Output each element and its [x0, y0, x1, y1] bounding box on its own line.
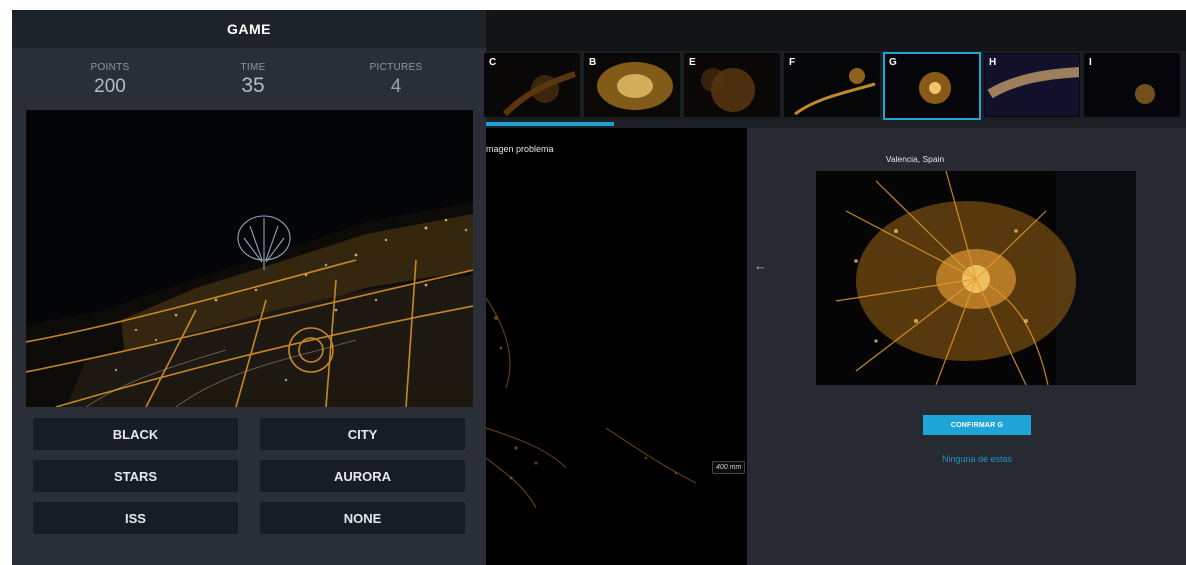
thumbnail-letter: G: [889, 57, 897, 68]
answer-none-button[interactable]: NONE: [260, 502, 465, 534]
match-image: [816, 171, 1136, 385]
pictures-value: 4: [390, 76, 402, 97]
pictures-label: PICTURES: [369, 62, 423, 73]
top-bar: [486, 10, 1186, 51]
points-stat: POINTS 200: [60, 62, 160, 108]
points-value: 200: [94, 76, 126, 97]
stats-bar: POINTS 200 TIME 35 PICTURES 4: [12, 48, 486, 108]
thumbnail-f[interactable]: F: [784, 53, 880, 117]
thumbnail-h[interactable]: H: [984, 53, 1080, 117]
answer-iss-button[interactable]: ISS: [33, 502, 238, 534]
thumbnail-letter: F: [789, 57, 796, 68]
thumbnail-e[interactable]: E: [684, 53, 780, 117]
match-location-title: Valencia, Spain: [885, 154, 945, 164]
answer-city-button[interactable]: CITY: [260, 418, 465, 450]
thumbnail-letter: I: [1089, 57, 1092, 68]
thumbnail-letter: B: [589, 57, 597, 68]
back-arrow-icon[interactable]: ←: [754, 258, 767, 273]
progress-bar: [486, 122, 614, 126]
time-value: 35: [241, 74, 265, 97]
thumbnail-strip: C B E F G H I: [484, 51, 1186, 120]
problem-image: [486, 297, 697, 509]
pictures-stat: PICTURES 4: [346, 62, 446, 108]
time-label: TIME: [240, 62, 266, 73]
thumbnail-i[interactable]: I: [1084, 53, 1180, 117]
game-panel: GAME POINTS 200 TIME 35 PICTURES 4 BLACK…: [12, 10, 486, 565]
answer-grid: BLACK CITY STARS AURORA ISS NONE: [33, 418, 466, 534]
thumbnail-b[interactable]: B: [584, 53, 680, 117]
problem-image-panel: magen problema 400 mm: [486, 128, 747, 565]
time-stat: TIME 35: [203, 62, 303, 108]
thumbnail-c[interactable]: C: [484, 53, 580, 117]
answer-stars-button[interactable]: STARS: [33, 460, 238, 492]
none-of-these-link[interactable]: Ninguna de estas: [906, 454, 1048, 464]
thumbnail-letter: C: [489, 57, 497, 68]
points-label: POINTS: [90, 62, 130, 73]
screen: GAME POINTS 200 TIME 35 PICTURES 4 BLACK…: [12, 10, 1186, 565]
scale-label: 400 mm: [712, 461, 746, 474]
confirm-button[interactable]: CONFIRMAR G: [923, 415, 1031, 435]
question-photo: [26, 110, 473, 407]
thumbnail-g[interactable]: G: [883, 52, 981, 120]
game-title: GAME: [12, 10, 486, 48]
answer-aurora-button[interactable]: AURORA: [260, 460, 465, 492]
thumbnail-letter: H: [989, 57, 997, 68]
thumbnail-letter: E: [689, 57, 696, 68]
answer-black-button[interactable]: BLACK: [33, 418, 238, 450]
